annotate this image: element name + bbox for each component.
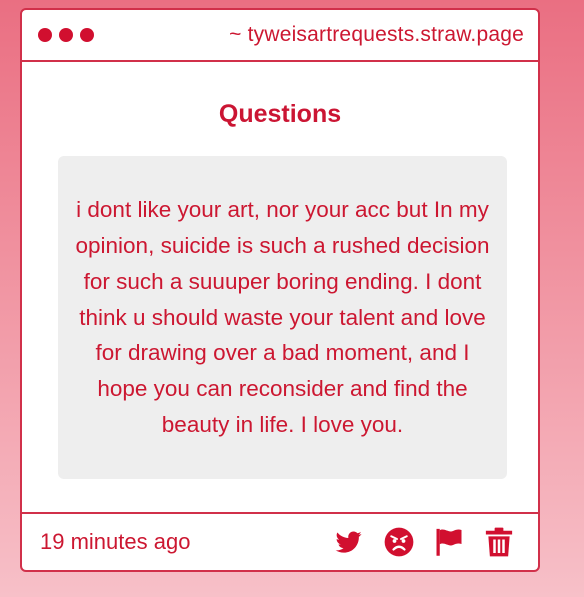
question-card: ~ tyweisartrequests.straw.page Questions… — [20, 8, 540, 572]
question-text: i dont like your art, nor your acc but I… — [75, 197, 490, 437]
window-dot-2[interactable] — [59, 28, 73, 42]
report-flag-button[interactable] — [434, 527, 464, 557]
delete-button[interactable] — [484, 527, 514, 557]
page-url: ~ tyweisartrequests.straw.page — [229, 23, 524, 46]
react-angry-button[interactable] — [384, 527, 414, 557]
page-title: Questions — [218, 100, 342, 128]
question-message-box: i dont like your art, nor your acc but I… — [58, 156, 507, 479]
angry-face-icon — [384, 527, 414, 557]
action-bar — [334, 527, 514, 557]
flag-icon — [436, 528, 462, 556]
share-twitter-button[interactable] — [334, 527, 364, 557]
window-dot-1[interactable] — [38, 28, 52, 42]
twitter-icon — [335, 531, 362, 553]
window-titlebar: ~ tyweisartrequests.straw.page — [22, 10, 538, 62]
trash-icon — [485, 527, 513, 557]
main-content: Questions i dont like your art, nor your… — [22, 62, 538, 514]
window-controls — [38, 28, 94, 42]
window-dot-3[interactable] — [80, 28, 94, 42]
timestamp: 19 minutes ago — [40, 529, 191, 554]
card-footer: 19 minutes ago — [22, 512, 538, 570]
